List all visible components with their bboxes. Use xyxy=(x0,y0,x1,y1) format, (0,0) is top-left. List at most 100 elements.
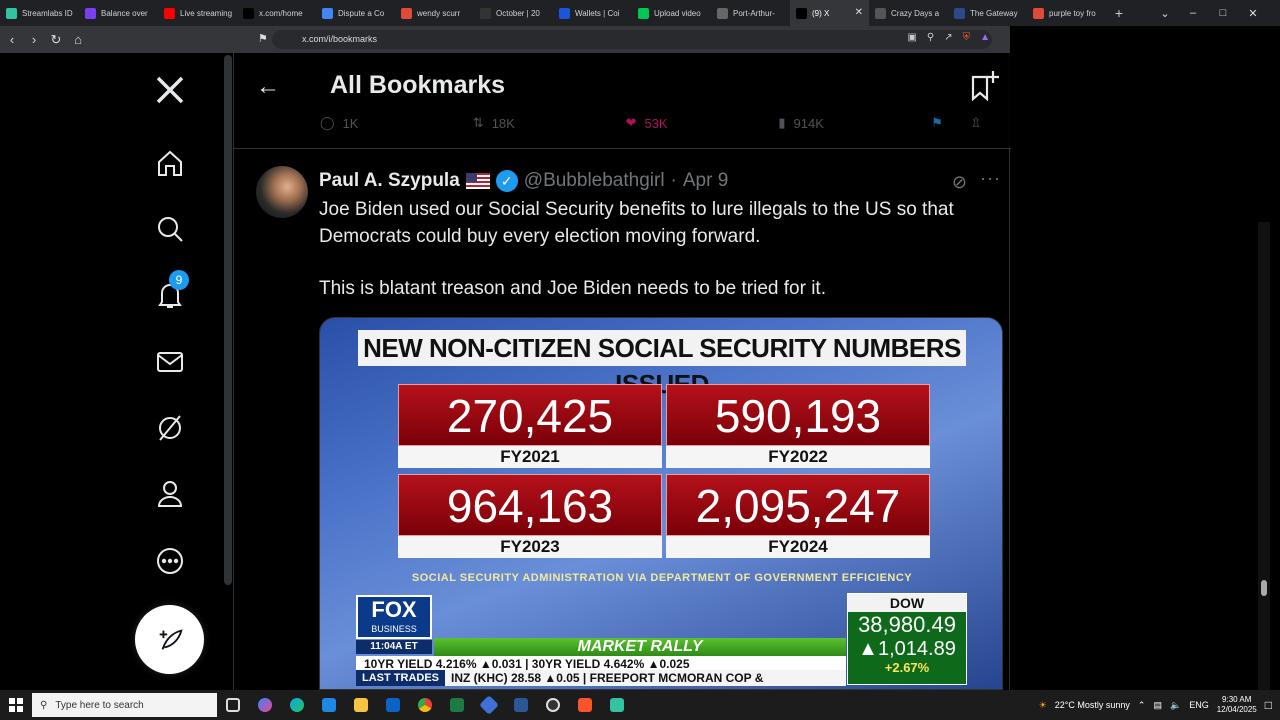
repost-button[interactable]: ⇅ 18K xyxy=(473,113,626,133)
browser-tab[interactable]: purple toy fro xyxy=(1027,0,1106,26)
clock-date: 12/04/2025 xyxy=(1216,705,1257,714)
tweet-media-image[interactable]: NEW NON-CITIZEN SOCIAL SECURITY NUMBERS … xyxy=(319,317,1003,690)
more-circle-icon[interactable] xyxy=(151,542,189,580)
yield-ticker: 10YR YIELD 4.216% ▲0.031 | 30YR YIELD 4.… xyxy=(356,656,846,671)
broadcast-time: 11:04A ET xyxy=(356,640,432,654)
browser-tab[interactable]: (9) X ✕ xyxy=(790,0,869,26)
browser-tab[interactable]: x.com/home xyxy=(237,0,316,26)
browser-tab[interactable]: Live streaming xyxy=(158,0,237,26)
browser-tab[interactable]: Port-Arthur- xyxy=(711,0,790,26)
logo-line-2: BUSINESS xyxy=(371,624,417,634)
author-name[interactable]: Paul A. Szypula xyxy=(319,170,460,192)
edge-icon[interactable] xyxy=(281,690,313,720)
empty-right-area xyxy=(1010,26,1280,690)
outlook-icon[interactable] xyxy=(377,690,409,720)
tweet-date[interactable]: Apr 9 xyxy=(683,170,728,192)
x-logo-icon[interactable] xyxy=(151,71,189,109)
browser-tab[interactable]: Wallets | Coi xyxy=(553,0,632,26)
fox-business-logo: FOX BUSINESS xyxy=(356,595,432,639)
avatar[interactable] xyxy=(256,166,308,218)
views-button[interactable]: ▮ 914K xyxy=(778,113,931,133)
grok-icon[interactable] xyxy=(151,409,189,447)
reload-icon[interactable]: ↻ xyxy=(46,30,66,50)
tab-search-icon[interactable]: ⌄ xyxy=(1150,0,1180,26)
back-arrow-icon[interactable]: ← xyxy=(256,73,280,101)
market-rally-banner: MARKET RALLY xyxy=(434,638,846,656)
logo-line-1: FOX xyxy=(371,597,417,622)
grok-explain-icon[interactable]: ⊘ xyxy=(952,172,967,193)
notification-center-icon[interactable]: □ xyxy=(1265,698,1272,712)
obs-icon[interactable] xyxy=(537,690,569,720)
excel-icon[interactable] xyxy=(441,690,473,720)
view-count: 914K xyxy=(793,115,824,131)
share-button[interactable]: ⇫ xyxy=(971,113,1010,133)
weather-icon[interactable]: ☀ xyxy=(1039,700,1047,711)
home-nav-icon[interactable] xyxy=(151,144,189,182)
forward-nav-icon[interactable]: › xyxy=(24,30,44,50)
new-tab-icon[interactable]: + xyxy=(1106,5,1132,21)
browser-tab[interactable]: Upload video xyxy=(632,0,711,26)
store-icon[interactable] xyxy=(313,690,345,720)
bookmark-button[interactable]: ⚑ xyxy=(931,113,970,133)
streamlabs-icon[interactable] xyxy=(601,690,633,720)
url-field[interactable]: x.com/i/bookmarks xyxy=(272,30,992,49)
share-icon[interactable]: ↗ xyxy=(944,32,952,43)
browser-tab[interactable]: The Gateway xyxy=(948,0,1027,26)
dow-value: 38,980.49 xyxy=(858,612,956,637)
like-button[interactable]: ❤ 53K xyxy=(626,113,779,133)
tweet-article[interactable]: Paul A. Szypula ✓ @Bubblebathgirl · Apr … xyxy=(234,150,1011,690)
compose-post-button[interactable] xyxy=(135,605,204,674)
chrome-icon[interactable] xyxy=(409,690,441,720)
zoom-icon[interactable]: ⚲ xyxy=(927,32,934,43)
taskbar-search-box[interactable]: ⚲ Type here to search xyxy=(32,693,217,717)
reply-button[interactable]: ◯ 1K xyxy=(320,113,473,133)
cast-icon[interactable]: ▣ xyxy=(907,32,916,43)
bookmark-page-icon[interactable]: ⚑ xyxy=(258,32,268,45)
tray-chevron-icon[interactable]: ⌃ xyxy=(1138,700,1146,711)
dow-label: DOW xyxy=(848,594,966,612)
page-scrollbar[interactable] xyxy=(1258,222,1270,690)
tab-title: Port-Arthur- xyxy=(733,8,775,18)
home-icon[interactable]: ⌂ xyxy=(68,30,88,50)
brave-rewards-icon[interactable]: ▲ xyxy=(980,32,990,43)
browser-tab[interactable]: Balance over xyxy=(79,0,158,26)
back-nav-icon[interactable]: ‹ xyxy=(2,30,22,50)
windows-start-icon[interactable] xyxy=(0,690,32,720)
browser-tab[interactable]: October | 20 xyxy=(474,0,553,26)
app-icon[interactable] xyxy=(473,690,505,720)
more-options-icon[interactable]: ··· xyxy=(980,168,1001,189)
page-title: All Bookmarks xyxy=(330,71,506,99)
weather-text[interactable]: 22°C Mostly sunny xyxy=(1055,700,1130,710)
messages-mail-icon[interactable] xyxy=(151,343,189,381)
minimize-icon[interactable]: – xyxy=(1178,0,1208,26)
profile-person-icon[interactable] xyxy=(151,475,189,513)
browser-tab[interactable]: wendy scurr xyxy=(395,0,474,26)
word-icon[interactable] xyxy=(505,690,537,720)
sidebar-scrollbar[interactable] xyxy=(224,55,232,585)
dow-index-box: DOW 38,980.49 ▲1,014.89 +2.67% xyxy=(847,593,967,685)
maximize-icon[interactable]: □ xyxy=(1208,0,1238,26)
browser-tab[interactable]: Crazy Days a xyxy=(869,0,948,26)
new-bookmark-folder-icon[interactable] xyxy=(969,69,1001,108)
close-tab-icon[interactable]: ✕ xyxy=(855,7,863,18)
browser-tab[interactable]: Dispute a Co xyxy=(316,0,395,26)
language-indicator[interactable]: ENG xyxy=(1189,700,1209,710)
close-window-icon[interactable]: ✕ xyxy=(1238,0,1268,26)
brave-shield-icon[interactable]: ⛨ xyxy=(963,32,971,43)
volume-icon[interactable]: 🔈 xyxy=(1170,700,1181,711)
scrollbar-thumb[interactable] xyxy=(1261,580,1267,596)
author-handle[interactable]: @Bubblebathgirl xyxy=(524,170,665,192)
notifications-bell-icon[interactable]: 9 xyxy=(151,270,189,314)
network-icon[interactable]: ▤ xyxy=(1153,700,1162,711)
tab-title: Balance over xyxy=(101,8,148,18)
tab-favicon-icon xyxy=(480,7,491,19)
verified-badge-icon[interactable]: ✓ xyxy=(495,170,518,192)
file-explorer-icon[interactable] xyxy=(345,690,377,720)
browser-tab-strip: Streamlabs ID Balance over Live streaming x… xyxy=(0,0,1280,26)
brave-icon[interactable] xyxy=(569,690,601,720)
browser-tab[interactable]: Streamlabs ID xyxy=(0,0,79,26)
copilot-icon[interactable] xyxy=(249,690,281,720)
clock[interactable]: 9:30 AM 12/04/2025 xyxy=(1217,695,1257,715)
explore-search-icon[interactable] xyxy=(151,210,189,248)
task-view-icon[interactable] xyxy=(217,690,249,720)
